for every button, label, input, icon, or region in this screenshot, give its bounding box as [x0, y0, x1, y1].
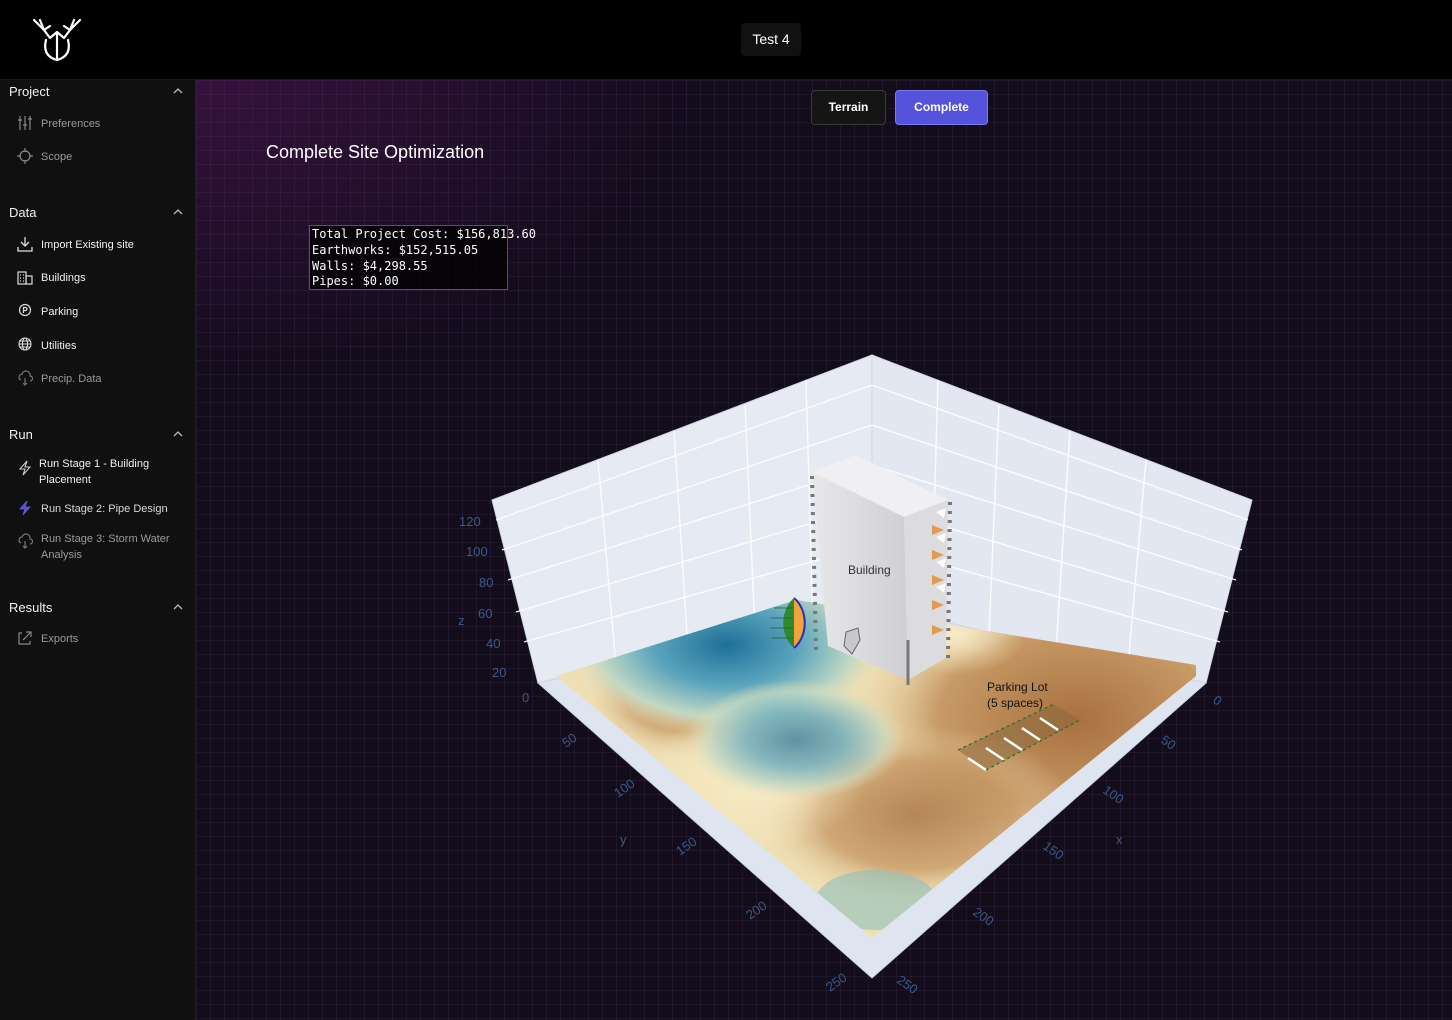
plot-title: Complete Site Optimization [266, 142, 485, 162]
sidebar-item-label: Parking [41, 306, 79, 318]
export-icon [18, 631, 32, 645]
x-tick: 150 [1040, 838, 1066, 863]
section-title: Data [9, 205, 37, 220]
parking-label-line1: Parking Lot [987, 680, 1048, 694]
sidebar-item-label: Run Stage 3: Storm Water Analysis [41, 533, 170, 561]
section-header-data[interactable]: Data [9, 205, 187, 220]
earthworks-cost-text: Earthworks: $152,515.05 [312, 242, 479, 257]
building-icon [17, 271, 33, 285]
section-header-results[interactable]: Results [9, 600, 187, 615]
cloud-icon [18, 533, 33, 549]
sliders-icon [18, 116, 32, 130]
z-tick: 100 [466, 544, 488, 559]
y-axis-title: y [620, 832, 627, 847]
x-axis-title: x [1116, 832, 1123, 847]
deer-logo-icon[interactable] [30, 16, 84, 64]
main-plot-area: Building Parking Lot (5 spaces) 20 40 60… [196, 80, 1452, 1020]
project-name-label[interactable]: Test 4 [741, 23, 801, 56]
walls-cost-text: Walls: $4,298.55 [312, 258, 428, 273]
top-bar: Test 4 [0, 0, 1452, 80]
chevron-up-icon[interactable] [172, 428, 184, 440]
y-tick: 250 [823, 970, 849, 995]
z-tick: 120 [459, 514, 481, 529]
y-tick: 0 [522, 690, 529, 705]
section-title: Results [9, 600, 53, 615]
sidebar-item-label: Precip. Data [41, 373, 102, 385]
sidebar-item-label: Run Stage 1 - Building Placement [39, 458, 150, 486]
chevron-up-icon[interactable] [172, 206, 184, 218]
sidebar-item-label: Utilities [41, 340, 77, 352]
bolt-icon [18, 460, 32, 476]
building-label: Building [848, 563, 891, 577]
y-tick: 150 [673, 834, 699, 859]
cost-summary-box: Total Project Cost: $156,813.60 Earthwor… [309, 225, 536, 290]
sidebar-item-label: Run Stage 2: Pipe Design [41, 503, 168, 515]
sidebar-item-label: Preferences [41, 118, 101, 130]
z-axis-ticks: 20 40 60 80 100 120 z [458, 514, 506, 680]
section-header-project[interactable]: Project [9, 84, 187, 99]
bolt-icon [19, 500, 31, 516]
section-title: Project [9, 84, 50, 99]
globe-icon [18, 337, 32, 351]
sidebar-item-label: Exports [41, 633, 79, 645]
y-tick: 200 [743, 898, 769, 923]
total-cost-text: Total Project Cost: $156,813.60 [312, 227, 536, 241]
section-header-run[interactable]: Run [9, 427, 187, 442]
z-tick: 20 [492, 665, 506, 680]
crosshair-icon [17, 148, 33, 164]
x-tick: 250 [894, 972, 920, 997]
complete-view-button[interactable]: Complete [895, 90, 988, 125]
sidebar-item-label: Scope [41, 151, 73, 163]
chevron-up-icon[interactable] [172, 601, 184, 613]
z-tick: 80 [479, 575, 493, 590]
chevron-up-icon[interactable] [172, 85, 184, 97]
x-tick: 100 [1100, 782, 1126, 807]
z-axis-title: z [458, 613, 465, 628]
cloud-icon [18, 370, 33, 386]
section-title: Run [9, 427, 33, 442]
x-tick: 0 [1210, 692, 1225, 708]
x-tick: 200 [970, 904, 996, 929]
terrain-view-button[interactable]: Terrain [811, 90, 886, 125]
y-tick: 50 [559, 730, 579, 751]
sidebar-item-label: Buildings [41, 272, 86, 284]
y-tick: 100 [611, 776, 637, 801]
parking-label-line2: (5 spaces) [987, 696, 1043, 710]
parking-icon [18, 303, 32, 317]
pipes-cost-text: Pipes: $0.00 [312, 274, 399, 289]
download-icon [17, 237, 33, 252]
sidebar: Project Preferences Scope Data Import Ex… [0, 80, 196, 1020]
site-3d-plot[interactable]: Building Parking Lot (5 spaces) 20 40 60… [196, 80, 1452, 1020]
z-tick: 60 [478, 606, 492, 621]
sidebar-item-label: Import Existing site [41, 239, 134, 251]
z-tick: 40 [486, 636, 500, 651]
x-tick: 50 [1158, 732, 1178, 753]
